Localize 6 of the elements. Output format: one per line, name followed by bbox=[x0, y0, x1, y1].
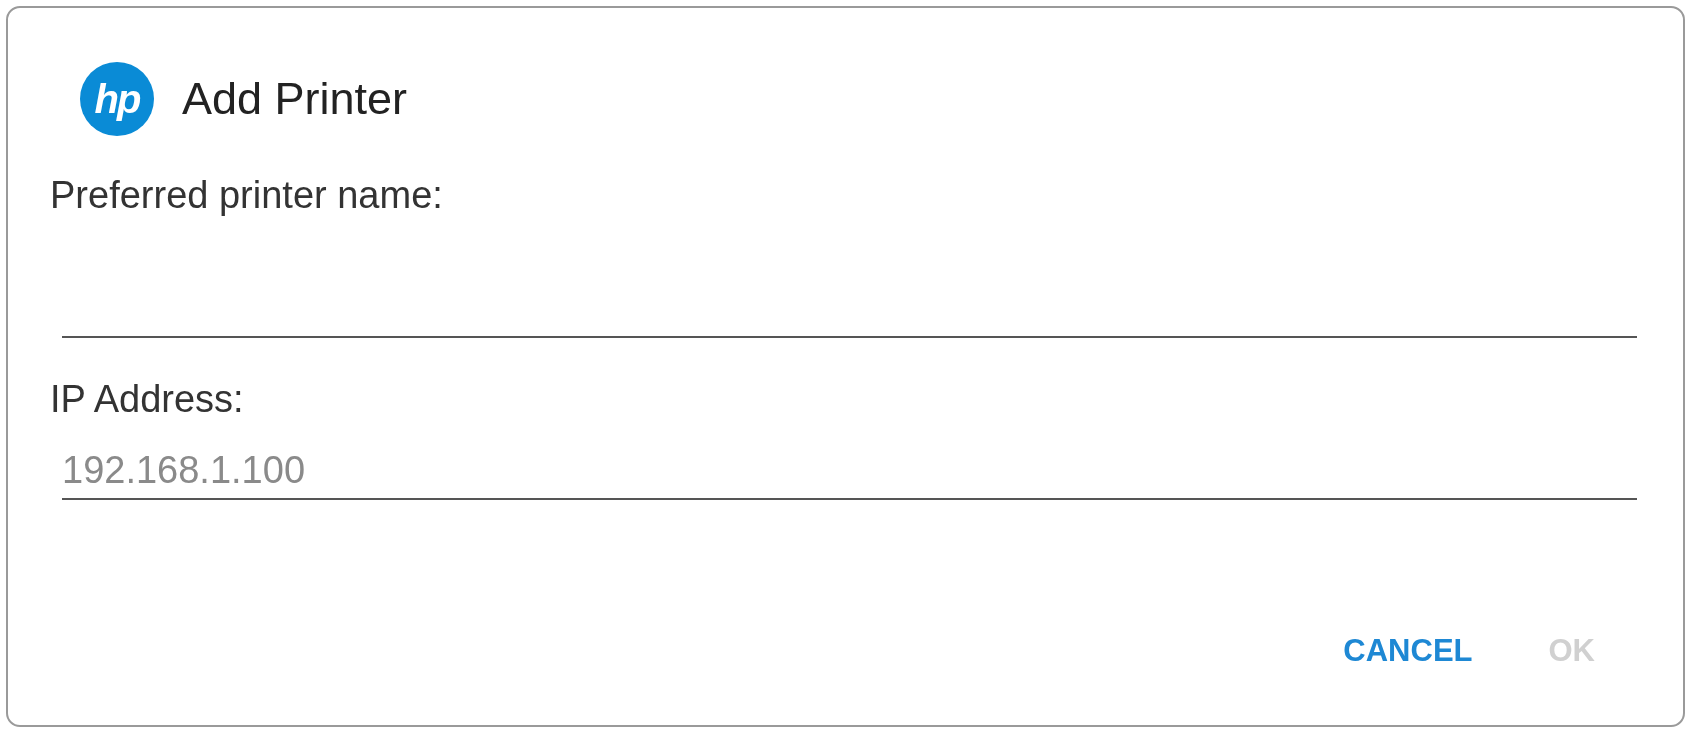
dialog-button[interactable]: CANCEL bbox=[1335, 627, 1481, 675]
field-label: IP Address: bbox=[50, 378, 245, 421]
input-field[interactable]: 192.168.1.100 bbox=[62, 421, 1637, 500]
field-label: Preferred printer name: bbox=[50, 174, 444, 217]
logo-icon: hp bbox=[80, 62, 154, 136]
dialog-title: Add Printer bbox=[182, 73, 408, 125]
